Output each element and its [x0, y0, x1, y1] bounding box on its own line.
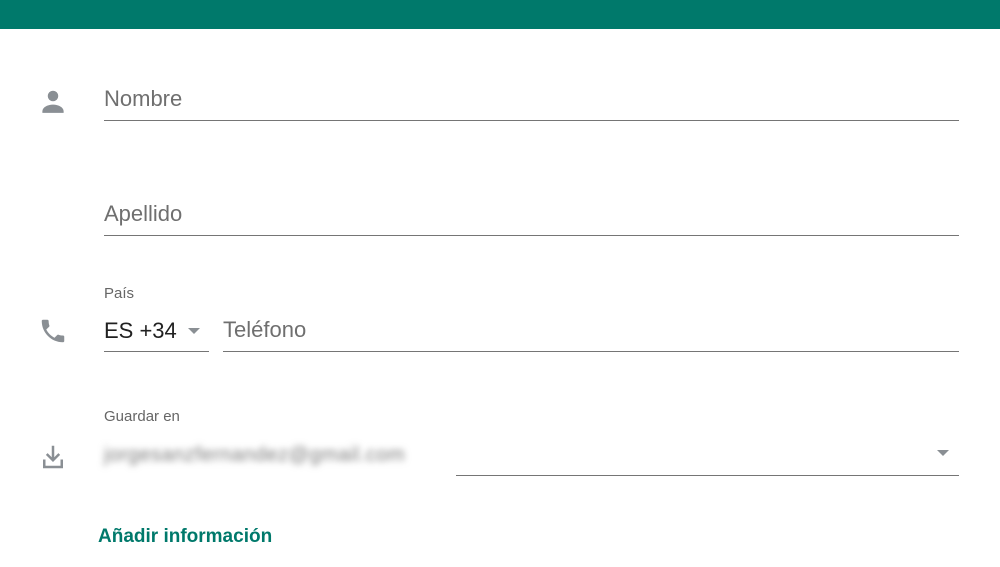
account-select-underline [456, 475, 959, 476]
first-name-input[interactable] [104, 86, 959, 121]
download-icon [38, 442, 68, 472]
country-code-value: ES +34 [104, 318, 177, 343]
country-label: País [104, 285, 135, 302]
phone-icon [38, 316, 68, 346]
last-name-input[interactable] [104, 201, 959, 236]
phone-input[interactable] [223, 317, 959, 352]
account-email-blurred: jorgesanzfernandez@gmail.com [104, 444, 406, 466]
account-select[interactable]: jorgesanzfernandez@gmail.com [104, 440, 959, 476]
save-in-label: Guardar en [104, 408, 180, 425]
add-information-button[interactable]: Añadir información [98, 526, 272, 548]
dropdown-caret-icon [187, 328, 200, 334]
person-icon [38, 86, 68, 116]
top-app-bar [0, 0, 1000, 29]
country-code-select[interactable]: ES +34 [104, 318, 209, 352]
dropdown-caret-icon [937, 450, 949, 456]
